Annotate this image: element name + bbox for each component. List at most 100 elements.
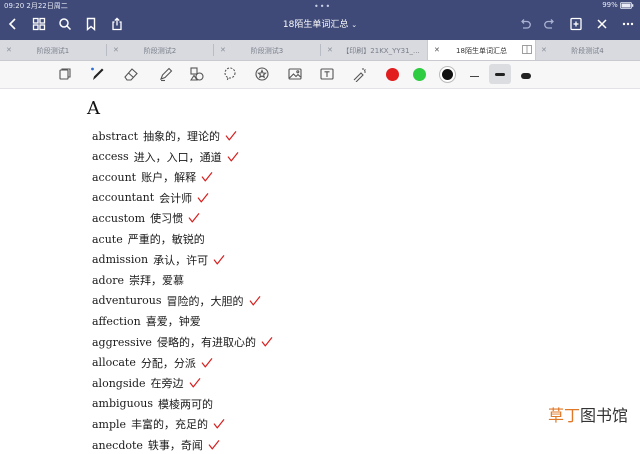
word-english: ample: [92, 417, 127, 431]
word-english: adore: [92, 273, 124, 287]
stroke-medium[interactable]: [489, 64, 511, 84]
tab-bar: ✕ 阶段测试1 ✕ 阶段测试2 ✕ 阶段测试3 ✕ 【印刷】21KX_YY31_…: [0, 40, 640, 61]
word-english: aggressive: [92, 335, 152, 349]
undo-icon[interactable]: [516, 15, 534, 33]
close-icon[interactable]: [593, 15, 611, 33]
word-english: alongside: [92, 376, 146, 390]
watermark: 草丁图书馆: [547, 406, 628, 425]
chevron-down-icon: ⌄: [351, 21, 358, 29]
word-english: accountant: [92, 191, 155, 205]
top-bar: 09:20 2月22日周二 ••• 99% 18陌生单词汇总 ⌄: [0, 0, 640, 40]
color-red-swatch[interactable]: [386, 68, 399, 81]
word-chinese: 喜爱，钟爱: [145, 315, 201, 329]
shapes-icon[interactable]: [189, 66, 205, 82]
word-row: adore 崇拜，爱慕: [92, 271, 184, 289]
tab-4[interactable]: ✕ 【印刷】21KX_YY31_...: [321, 40, 427, 60]
stroke-thin[interactable]: [464, 69, 484, 83]
checkmark-icon: [197, 192, 209, 203]
word-row: admission 承认，许可: [92, 251, 225, 269]
word-english: access: [92, 150, 129, 164]
word-chinese: 进入，入口，通道: [133, 150, 222, 164]
word-row: access 进入，入口，通道: [92, 148, 239, 166]
tab-6[interactable]: ✕ 阶段测试4: [535, 40, 640, 60]
word-row: account 账户，解释: [92, 168, 213, 186]
word-chinese: 崇拜，爱慕: [129, 274, 184, 288]
word-chinese: 严重的，敏锐的: [127, 233, 205, 246]
checkmark-icon: [188, 213, 200, 223]
word-chinese: 侵略的，有进取心的: [156, 336, 256, 349]
lasso-icon[interactable]: [222, 66, 238, 82]
word-english: ambiguous: [92, 397, 154, 411]
word-chinese: 轶事，奇闻: [147, 439, 203, 452]
word-english: abstract: [92, 129, 139, 143]
checkmark-icon: [201, 172, 213, 182]
word-chinese: 会计师: [159, 191, 193, 205]
checkmark-icon: [189, 378, 200, 388]
eraser-icon[interactable]: [123, 66, 139, 82]
word-row: affection 喜爱，钟爱: [92, 312, 201, 330]
redo-icon[interactable]: [541, 15, 559, 33]
word-row: acute 严重的，敏锐的: [92, 230, 205, 248]
checkmark-icon: [261, 337, 273, 347]
laser-icon[interactable]: [352, 66, 368, 82]
word-english: accustom: [92, 211, 146, 225]
word-chinese: 承认，许可: [153, 253, 209, 267]
word-chinese: 模棱两可的: [158, 397, 214, 411]
word-english: adventurous: [92, 294, 162, 308]
checkmark-icon: [213, 419, 225, 429]
word-chinese: 冒险的，大胆的: [166, 294, 244, 308]
word-english: allocate: [92, 356, 136, 370]
pen-icon[interactable]: [90, 66, 106, 82]
word-chinese: 在旁边: [150, 377, 184, 391]
word-row: adventurous 冒险的，大胆的: [92, 292, 261, 310]
status-battery: 99%: [602, 1, 634, 9]
status-time: 09:20 2月22日周二: [4, 2, 68, 10]
word-row: ambiguous 模棱两可的: [92, 395, 213, 413]
word-row: anecdote 轶事，奇闻: [92, 436, 220, 454]
word-row: allocate 分配，分派: [92, 354, 213, 372]
stroke-thick[interactable]: [516, 69, 536, 83]
word-chinese: 抽象的，理论的: [143, 130, 221, 143]
sticker-icon[interactable]: [254, 66, 270, 82]
split-view-icon[interactable]: [522, 45, 532, 54]
tab-close-icon[interactable]: ✕: [327, 46, 333, 54]
document-page[interactable]: A abstract 抽象的，理论的 access 进入，入口，通道 account 账户…: [0, 89, 640, 452]
tab-5[interactable]: ✕ 18陌生单词汇总: [427, 40, 536, 60]
word-chinese: 丰富的，充足的: [131, 418, 209, 432]
word-english: account: [92, 170, 137, 184]
tab-3[interactable]: ✕ 阶段测试3: [214, 40, 320, 60]
add-page-icon[interactable]: [567, 15, 585, 33]
checkmark-icon: [213, 254, 225, 265]
checkmark-icon: [227, 151, 239, 162]
word-english: anecdote: [92, 438, 143, 452]
checkmark-icon: [208, 440, 220, 450]
word-row: accustom 使习惯: [92, 209, 200, 227]
checkmark-icon: [201, 357, 213, 368]
word-row: ample 丰富的，充足的: [92, 415, 225, 433]
word-row: aggressive 侵略的，有进取心的: [92, 333, 273, 351]
word-row: alongside 在旁边: [92, 374, 201, 392]
textbox-icon[interactable]: [319, 66, 335, 82]
highlighter-icon[interactable]: [158, 66, 174, 82]
tab-2[interactable]: ✕ 阶段测试2: [107, 40, 213, 60]
color-green-swatch[interactable]: [413, 68, 426, 81]
tab-1[interactable]: ✕ 阶段测试1: [0, 40, 106, 60]
image-icon[interactable]: [287, 66, 303, 82]
multitask-dots[interactable]: •••: [314, 2, 331, 11]
section-heading: A: [87, 98, 100, 119]
battery-icon: [620, 1, 634, 9]
word-row: abstract 抽象的，理论的: [92, 127, 237, 145]
word-english: admission: [92, 253, 149, 267]
word-chinese: 账户，解释: [141, 171, 197, 185]
checkmark-icon: [225, 131, 237, 141]
word-chinese: 使习惯: [150, 212, 184, 226]
more-icon[interactable]: [619, 15, 637, 33]
word-chinese: 分配，分派: [140, 356, 196, 370]
page-icon[interactable]: [57, 66, 73, 82]
checkmark-icon: [249, 295, 260, 306]
tool-bar: [0, 61, 640, 89]
word-row: accountant 会计师: [92, 189, 209, 207]
word-english: affection: [92, 314, 141, 328]
color-black-swatch[interactable]: [439, 66, 456, 83]
word-english: acute: [92, 232, 123, 246]
